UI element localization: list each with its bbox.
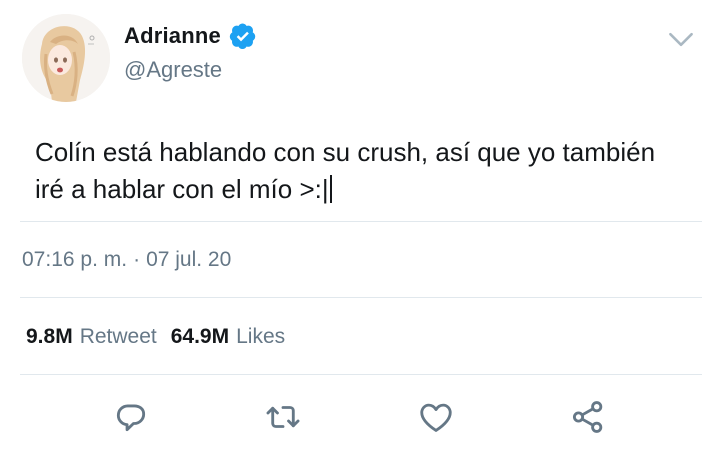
author-name-row[interactable]: Adrianne xyxy=(124,22,257,50)
tweet-timestamp[interactable]: 07:16 p. m. · 07 jul. 20 xyxy=(22,248,231,272)
chevron-down-icon xyxy=(669,32,693,46)
share-icon xyxy=(572,401,603,433)
reply-icon xyxy=(116,404,146,432)
tweet-text-content: Colín está hablando con su crush, así qu… xyxy=(35,137,656,204)
tweet-text: Colín está hablando con su crush, así qu… xyxy=(35,134,675,208)
likes-count[interactable]: 64.9M xyxy=(171,325,229,349)
reply-button[interactable] xyxy=(109,395,153,439)
like-button[interactable] xyxy=(414,395,458,439)
text-cursor xyxy=(329,175,332,203)
tweet-time: 07:16 p. m. xyxy=(22,248,128,271)
tweet-menu-button[interactable] xyxy=(664,26,698,52)
avatar[interactable] xyxy=(22,14,110,102)
divider xyxy=(20,374,702,375)
anime-girl-avatar-icon xyxy=(22,14,110,102)
verified-badge-icon xyxy=(229,22,257,50)
author-handle[interactable]: @Agreste xyxy=(124,57,222,83)
display-name[interactable]: Adrianne xyxy=(124,23,221,49)
divider xyxy=(20,297,702,298)
divider xyxy=(20,221,702,222)
timestamp-separator: · xyxy=(133,248,141,271)
retweet-icon xyxy=(266,406,300,428)
retweet-count[interactable]: 9.8M xyxy=(26,325,73,349)
share-button[interactable] xyxy=(566,395,610,439)
tweet-date: 07 jul. 20 xyxy=(146,248,232,271)
like-icon xyxy=(420,403,452,432)
tweet-stats: 9.8M Retweet 64.9M Likes xyxy=(26,325,285,349)
retweet-label[interactable]: Retweet xyxy=(80,325,157,349)
likes-label[interactable]: Likes xyxy=(236,325,285,349)
retweet-button[interactable] xyxy=(261,395,305,439)
